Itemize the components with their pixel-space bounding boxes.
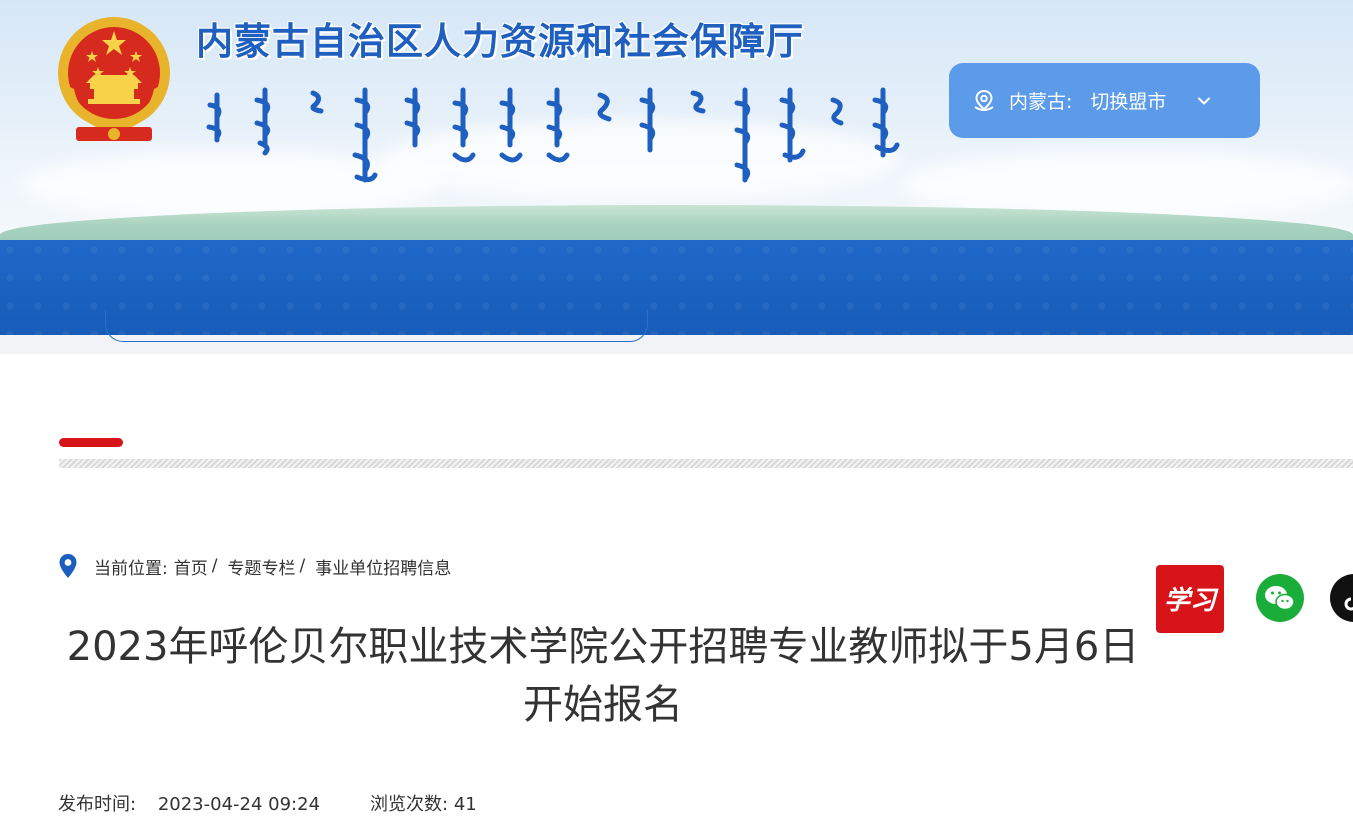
region-switch-button[interactable]: 内蒙古: 切换盟市 [949,63,1260,138]
article-meta: 发布时间: 2023-04-24 09:24 浏览次数: 41 [58,790,527,816]
publish-time: 发布时间: 2023-04-24 09:24 [58,790,320,816]
article-title: 2023年呼伦贝尔职业技术学院公开招聘专业教师拟于5月6日开始报名 [66,624,1140,728]
xuexi-icon[interactable]: 学习 [1156,565,1224,633]
tiktok-logo [1344,597,1353,611]
breadcrumb-separator: / [211,556,218,576]
location-pin-icon [59,554,77,578]
wechat-icon[interactable] [1256,574,1304,622]
region-label: 内蒙古: [1009,91,1073,113]
breadcrumb: 当前位置: 首页 / 专题专栏 / 事业单位招聘信息 [58,552,451,580]
breadcrumb-prefix: 当前位置: [94,558,168,579]
breadcrumb-recruitment-link[interactable]: 事业单位招聘信息 [315,554,451,579]
search-box-outline[interactable] [105,310,648,342]
view-count-value: 41 [453,794,477,815]
publish-time-value: 2023-04-24 09:24 [157,794,321,815]
view-count-label: 浏览次数: [370,794,449,815]
mongolian-script-logo [206,87,900,183]
section-divider [59,459,1353,468]
wechat-logo [1265,586,1295,611]
site-title: 内蒙古自治区人力资源和社会保障厅 [196,20,804,63]
location-pin-icon [974,89,994,111]
site-header: 内蒙古自治区人力资源和社会保障厅 内蒙古: 切换盟市 [0,0,1353,240]
section-accent-bar [59,438,123,447]
xuexi-text: 学习 [1164,586,1219,616]
breadcrumb-separator: / [299,556,306,576]
tiktok-icon[interactable] [1330,574,1353,622]
view-count: 浏览次数: 41 [370,790,477,816]
breadcrumb-topics-link[interactable]: 专题专栏 [227,554,295,579]
breadcrumb-home-link[interactable]: 首页 [174,554,208,579]
publish-time-label: 发布时间: [58,794,137,815]
xuexi-logo: 学习 [1164,586,1219,616]
switch-region-label[interactable]: 切换盟市 [1090,87,1166,114]
chevron-down-icon[interactable] [1196,93,1212,109]
national-emblem-icon[interactable] [54,15,174,147]
